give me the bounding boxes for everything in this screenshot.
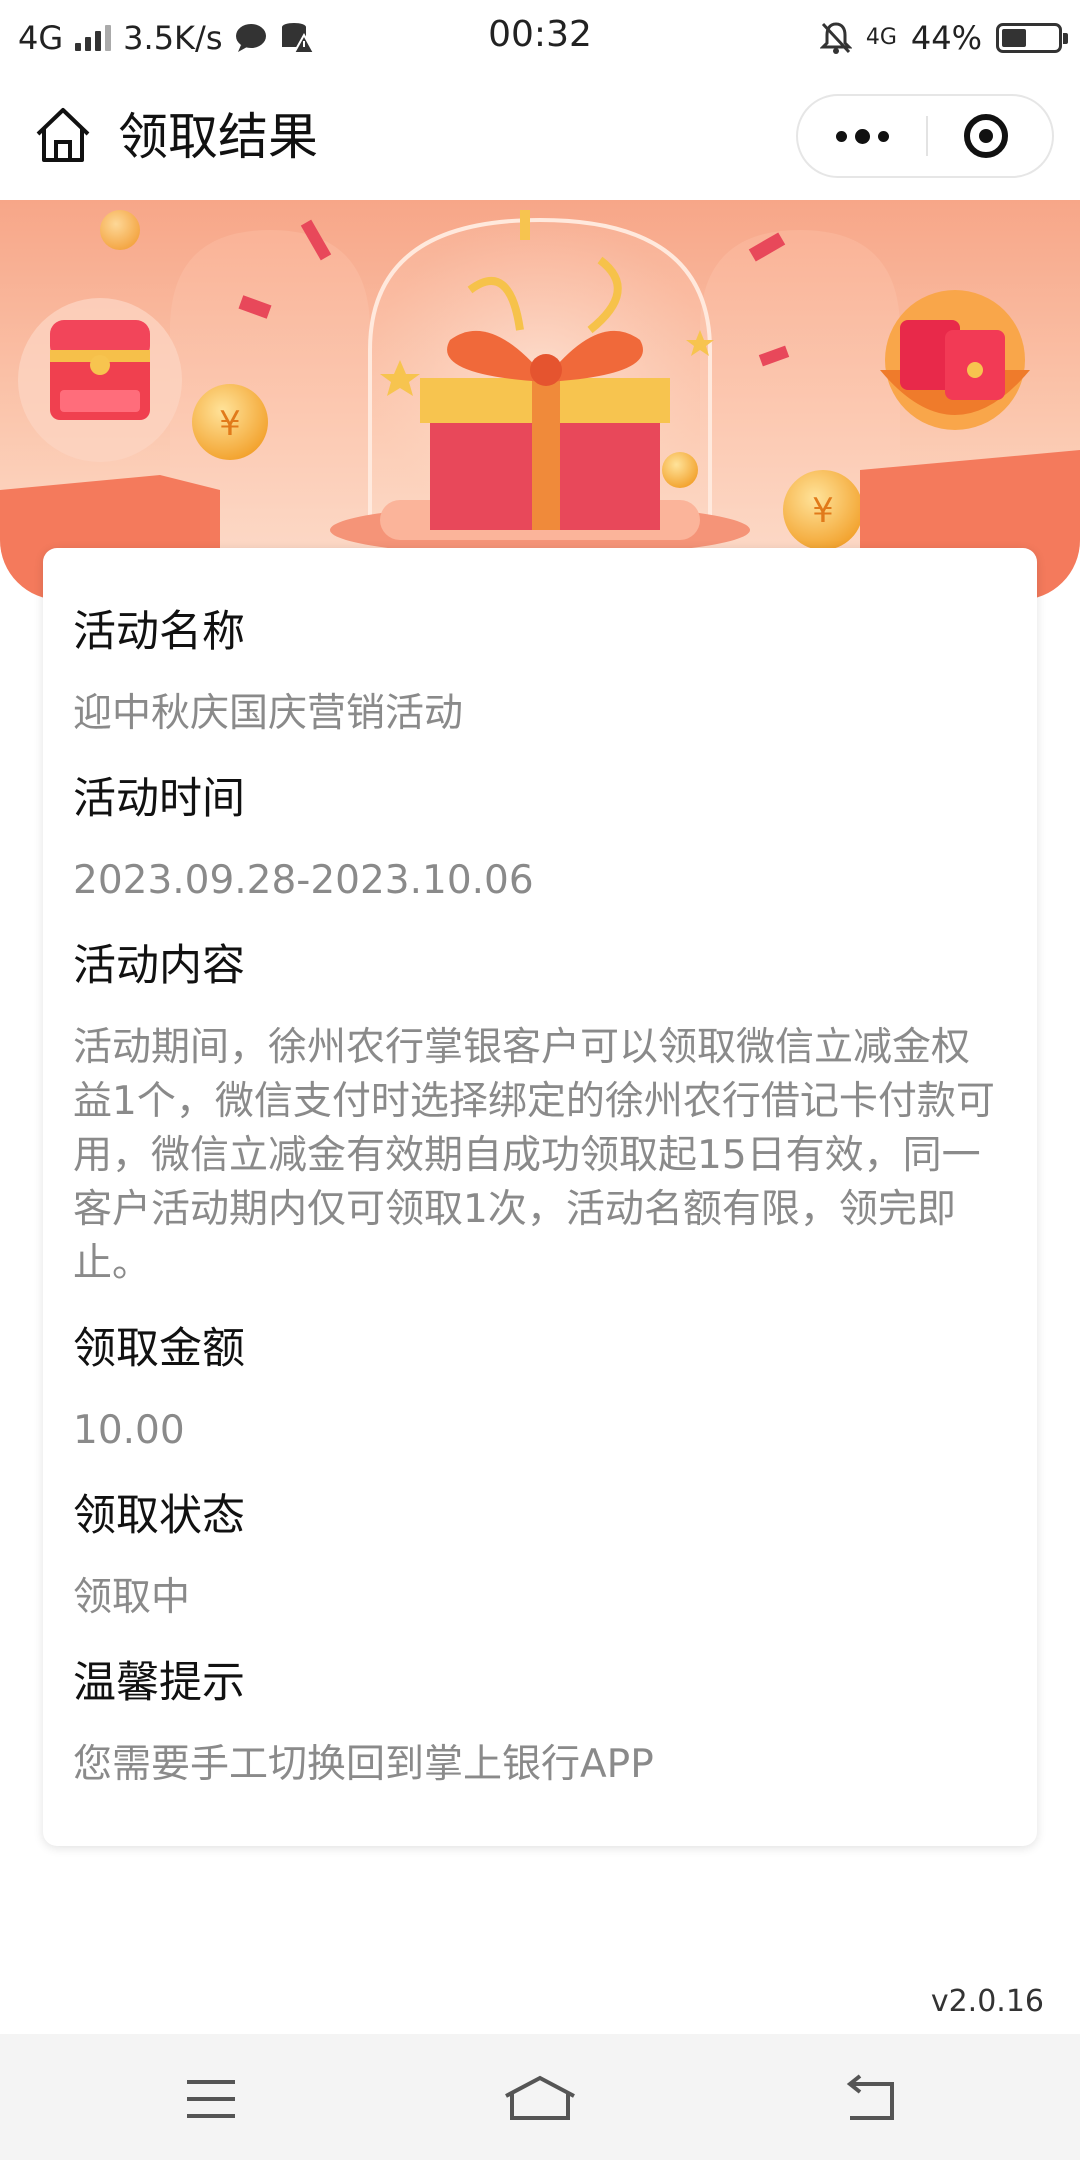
tip-value: 您需要手工切换回到掌上银行APP: [73, 1742, 654, 1787]
svg-text:¥: ¥: [219, 404, 241, 444]
version-text: v2.0.16: [930, 1984, 1044, 2019]
svg-text:¥: ¥: [812, 491, 834, 531]
home-icon[interactable]: [32, 104, 94, 166]
activity-name-value: 迎中秋庆国庆营销活动: [73, 691, 464, 736]
section-activity-content: 活动内容 活动期间，徐州农行掌银客户可以领取微信立减金权益1个，微信支付时选择绑…: [73, 938, 1007, 1291]
activity-time-value: 2023.09.28-2023.10.06: [73, 858, 534, 903]
activity-name-label: 活动名称: [73, 607, 245, 657]
activity-content-value: 活动期间，徐州农行掌银客户可以领取微信立减金权益1个，微信支付时选择绑定的徐州农…: [73, 1025, 995, 1286]
banner-illustration: ¥ ¥: [0, 210, 1080, 600]
tip-label: 温馨提示: [73, 1658, 245, 1708]
section-tip: 温馨提示 您需要手工切换回到掌上银行APP: [73, 1655, 1007, 1792]
activity-time-label: 活动时间: [73, 774, 245, 824]
battery-icon: [996, 23, 1068, 53]
target-close-icon[interactable]: [964, 114, 1008, 158]
status-value: 领取中: [73, 1575, 191, 1620]
status-label: 领取状态: [73, 1491, 245, 1541]
mute-bell-icon: [819, 22, 852, 54]
section-status: 领取状态 领取中: [73, 1488, 1007, 1625]
activity-content-label: 活动内容: [73, 941, 245, 991]
status-bar: 4G 3.5K/s 00:32 4G 44%: [0, 0, 1080, 76]
nav-bar: 领取结果: [0, 76, 1080, 200]
amount-label: 领取金额: [73, 1324, 245, 1374]
menu-icon[interactable]: [183, 2074, 239, 2124]
section-activity-time: 活动时间 2023.09.28-2023.10.06: [73, 771, 1007, 908]
back-icon[interactable]: [840, 2074, 896, 2124]
battery-percent: 44%: [910, 19, 982, 57]
system-home-icon[interactable]: [502, 2074, 578, 2124]
section-activity-name: 活动名称 迎中秋庆国庆营销活动: [73, 604, 1007, 741]
section-amount: 领取金额 10.00: [73, 1321, 1007, 1458]
network-type-right: 4G: [865, 25, 897, 50]
amount-value: 10.00: [73, 1408, 185, 1453]
more-dots-icon[interactable]: [798, 96, 926, 176]
system-nav-bar: [0, 2034, 1080, 2160]
promo-banner: ¥ ¥: [0, 200, 1080, 600]
capsule-divider: [926, 116, 928, 156]
result-card: 活动名称 迎中秋庆国庆营销活动 活动时间 2023.09.28-2023.10.…: [43, 548, 1037, 1846]
page-title: 领取结果: [118, 108, 318, 166]
status-right: 4G 44%: [819, 14, 1068, 62]
mini-program-capsule: [796, 94, 1054, 178]
